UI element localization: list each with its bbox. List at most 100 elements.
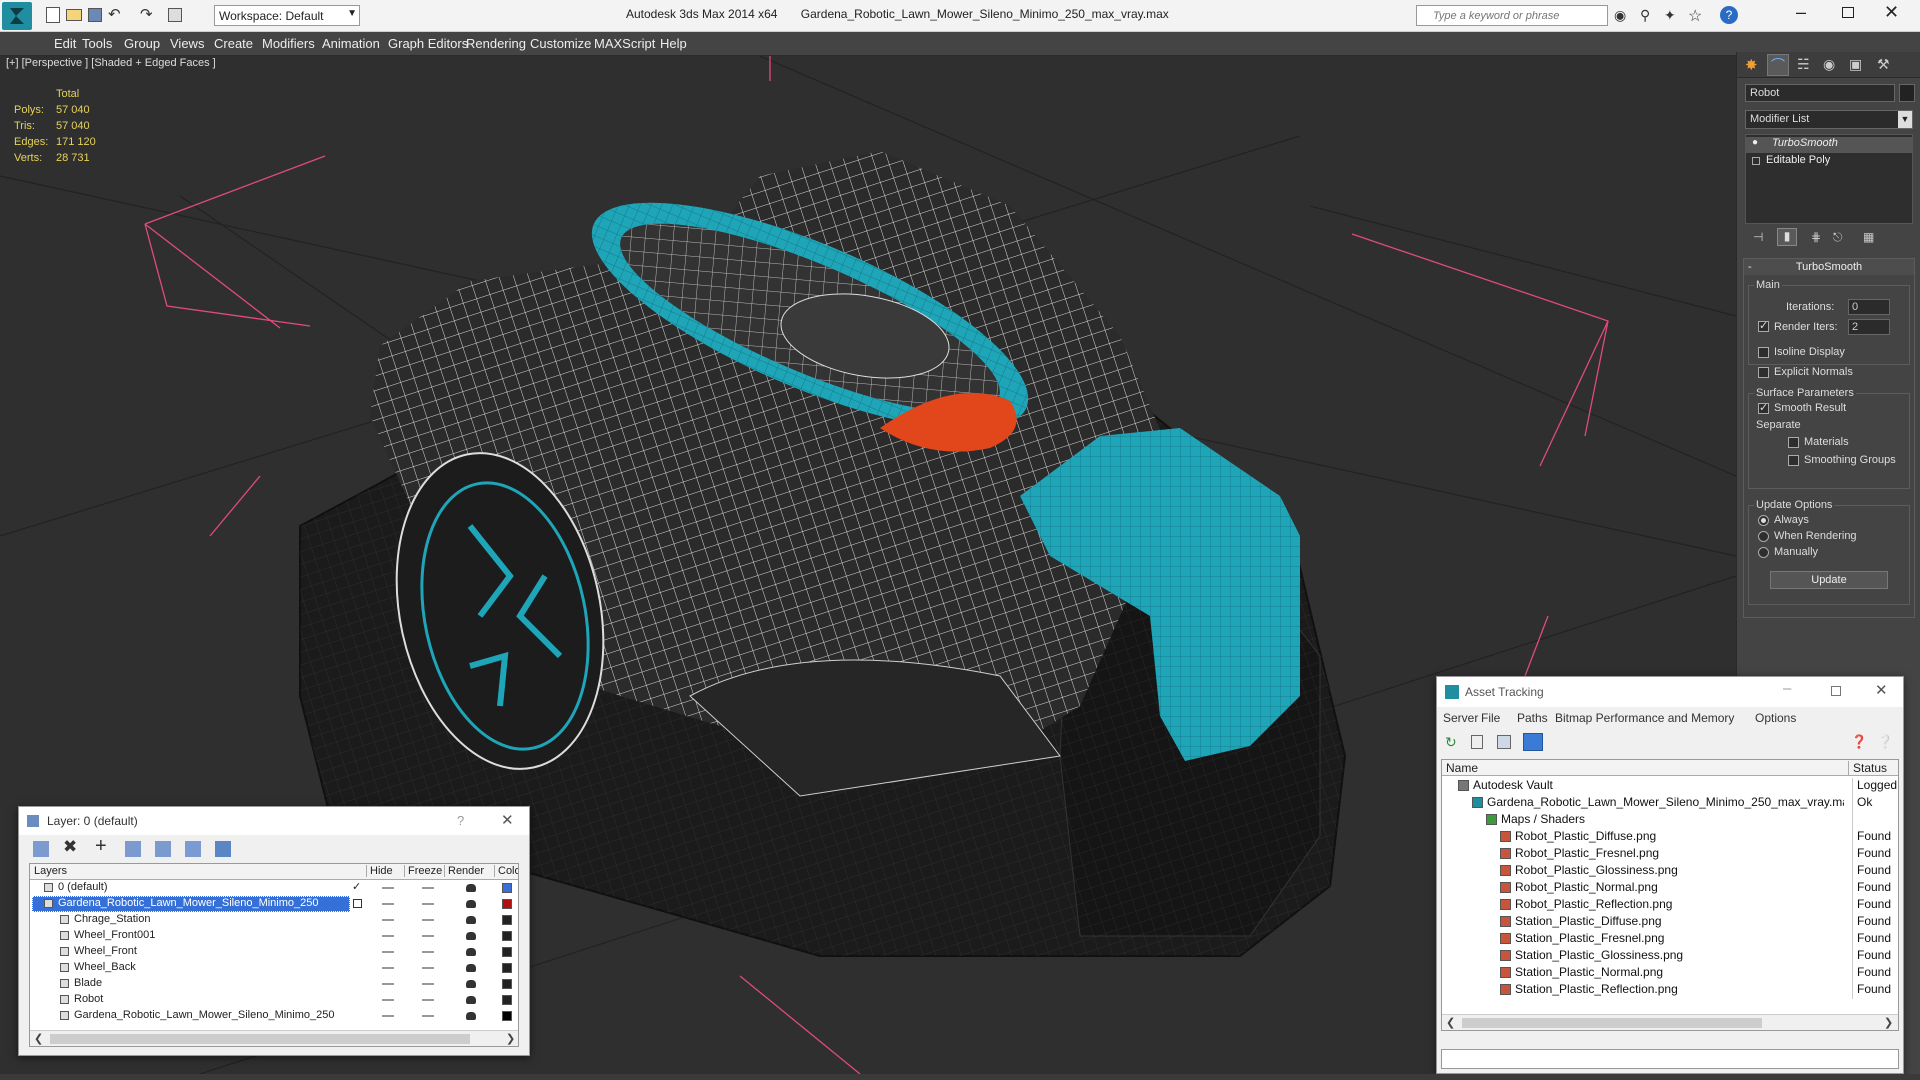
asset-horizontal-scrollbar[interactable]: ❮ ❯ [1442, 1014, 1898, 1030]
make-unique-icon[interactable]: ⋕ [1811, 230, 1821, 244]
update-button[interactable]: Update [1770, 571, 1888, 589]
menu-graph-editors[interactable]: Graph Editors [388, 36, 468, 51]
asset-row[interactable]: Station_Plastic_Diffuse.png Found [1442, 913, 1898, 931]
smooth-result-checkbox[interactable] [1758, 401, 1769, 414]
asset-row[interactable]: Station_Plastic_Reflection.png Found [1442, 981, 1898, 999]
layer-color-swatch[interactable] [502, 915, 512, 925]
configure-sets-icon[interactable]: ▦ [1863, 230, 1874, 244]
hide-toggle[interactable] [382, 903, 394, 905]
column-header[interactable]: Status [1848, 761, 1887, 775]
scroll-right-icon[interactable]: ❯ [1884, 1016, 1893, 1029]
list-view-icon[interactable] [1471, 735, 1483, 749]
layer-row[interactable]: Gardena_Robotic_Lawn_Mower_Sileno_Minimo… [30, 896, 518, 912]
select-layer-objects-icon[interactable] [125, 841, 141, 857]
hide-toggle[interactable] [382, 1015, 394, 1017]
scroll-thumb[interactable] [1462, 1018, 1762, 1028]
materials-checkbox[interactable] [1788, 437, 1799, 448]
object-color-swatch[interactable] [1899, 84, 1915, 102]
lightbulb-icon[interactable]: ● [1752, 137, 1758, 148]
layer-row[interactable]: Chrage_Station [30, 912, 518, 928]
asset-row[interactable]: Robot_Plastic_Fresnel.png Found [1442, 845, 1898, 863]
asset-menu-paths[interactable]: Paths [1517, 711, 1548, 725]
layer-color-swatch[interactable] [502, 979, 512, 989]
render-teapot-icon[interactable] [466, 1012, 476, 1020]
vault-help-icon[interactable]: ❓ [1851, 734, 1867, 750]
asset-row[interactable]: Robot_Plastic_Diffuse.png Found [1442, 828, 1898, 846]
menu-group[interactable]: Group [124, 36, 160, 51]
asset-row[interactable]: Robot_Plastic_Normal.png Found [1442, 879, 1898, 897]
hide-toggle[interactable] [382, 983, 394, 985]
help-icon[interactable]: ? [1720, 6, 1738, 24]
column-header[interactable]: Name [1446, 761, 1478, 775]
render-iters-checkbox[interactable] [1758, 319, 1769, 332]
asset-path-field[interactable] [1441, 1049, 1899, 1069]
scroll-left-icon[interactable]: ❮ [1446, 1016, 1455, 1029]
menu-create[interactable]: Create [214, 36, 253, 51]
iterations-spinner[interactable]: 0 [1848, 299, 1890, 315]
active-layer-box-icon[interactable] [353, 899, 362, 908]
render-teapot-icon[interactable] [466, 916, 476, 924]
modify-tab-icon[interactable]: ⌒ [1767, 54, 1789, 76]
hide-toggle[interactable] [382, 935, 394, 937]
create-tab-icon[interactable]: ✸ [1745, 56, 1758, 74]
layer-row[interactable]: Blade [30, 976, 518, 992]
asset-row[interactable]: Station_Plastic_Glossiness.png Found [1442, 947, 1898, 965]
create-layer-icon[interactable] [33, 841, 49, 857]
layer-color-swatch[interactable] [502, 947, 512, 957]
layer-color-swatch[interactable] [502, 1011, 512, 1021]
maximize-icon[interactable] [1842, 7, 1854, 18]
hide-all-layers-icon[interactable] [185, 841, 201, 857]
render-teapot-icon[interactable] [466, 980, 476, 988]
menu-edit[interactable]: Edit [54, 36, 76, 51]
column-header[interactable]: Hide [366, 865, 393, 877]
hide-toggle[interactable] [382, 919, 394, 921]
freeze-toggle[interactable] [422, 1015, 434, 1017]
active-layer-check-icon[interactable]: ✓ [352, 880, 361, 893]
stack-item-turbosmooth[interactable]: ● TurboSmooth [1746, 137, 1912, 153]
display-tab-icon[interactable]: ▣ [1849, 56, 1862, 73]
freeze-toggle[interactable] [422, 967, 434, 969]
menu-help[interactable]: Help [660, 36, 687, 51]
layer-row[interactable]: Gardena_Robotic_Lawn_Mower_Sileno_Minimo… [30, 1008, 518, 1024]
asset-menu-bitmap-performance-and-memory[interactable]: Bitmap Performance and Memory [1555, 711, 1734, 725]
layer-horizontal-scrollbar[interactable]: ❮ ❯ [30, 1030, 518, 1046]
menu-views[interactable]: Views [170, 36, 204, 51]
asset-row[interactable]: Station_Plastic_Normal.png Found [1442, 964, 1898, 982]
column-header[interactable]: Render [444, 865, 484, 877]
render-teapot-icon[interactable] [466, 932, 476, 940]
manually-radio[interactable] [1758, 547, 1769, 558]
search-input[interactable] [1417, 6, 1607, 25]
rollout-header[interactable]: - TurboSmooth [1744, 259, 1914, 275]
column-header[interactable]: Layers [34, 865, 67, 877]
minimize-icon[interactable]: – [1796, 2, 1806, 23]
render-teapot-icon[interactable] [466, 900, 476, 908]
layer-row[interactable]: Wheel_Back [30, 960, 518, 976]
app-logo[interactable] [2, 2, 32, 30]
isoline-display-checkbox[interactable] [1758, 347, 1769, 358]
maximize-icon[interactable] [1831, 686, 1841, 696]
freeze-toggle[interactable] [422, 903, 434, 905]
help-button[interactable]: ? [457, 813, 464, 828]
workspace-dropdown[interactable]: Workspace: Default ▼ [214, 5, 360, 26]
minimize-icon[interactable]: – [1783, 680, 1791, 697]
always-radio[interactable] [1758, 515, 1769, 526]
close-icon[interactable]: ✕ [1884, 2, 1899, 23]
add-to-layer-icon[interactable]: + [95, 835, 107, 858]
menu-modifiers[interactable]: Modifiers [262, 36, 315, 51]
menu-customize[interactable]: Customize [530, 36, 591, 51]
layer-row[interactable]: 0 (default) ✓ [30, 880, 518, 896]
render-teapot-icon[interactable] [466, 996, 476, 1004]
stack-item-editable-poly[interactable]: Editable Poly [1746, 154, 1912, 170]
explicit-normals-checkbox[interactable] [1758, 367, 1769, 378]
menu-maxscript[interactable]: MAXScript [594, 36, 655, 51]
modifier-list-dropdown[interactable]: Modifier List ▼ [1745, 110, 1913, 129]
hide-toggle[interactable] [382, 967, 394, 969]
hierarchy-tab-icon[interactable]: ☵ [1797, 56, 1810, 73]
menu-tools[interactable]: Tools [82, 36, 112, 51]
motion-tab-icon[interactable]: ◉ [1823, 56, 1835, 73]
asset-row[interactable]: Robot_Plastic_Reflection.png Found [1442, 896, 1898, 914]
freeze-toggle[interactable] [422, 935, 434, 937]
show-end-result-icon[interactable]: ▮ [1777, 228, 1797, 246]
freeze-toggle[interactable] [422, 919, 434, 921]
layer-row[interactable]: Wheel_Front001 [30, 928, 518, 944]
